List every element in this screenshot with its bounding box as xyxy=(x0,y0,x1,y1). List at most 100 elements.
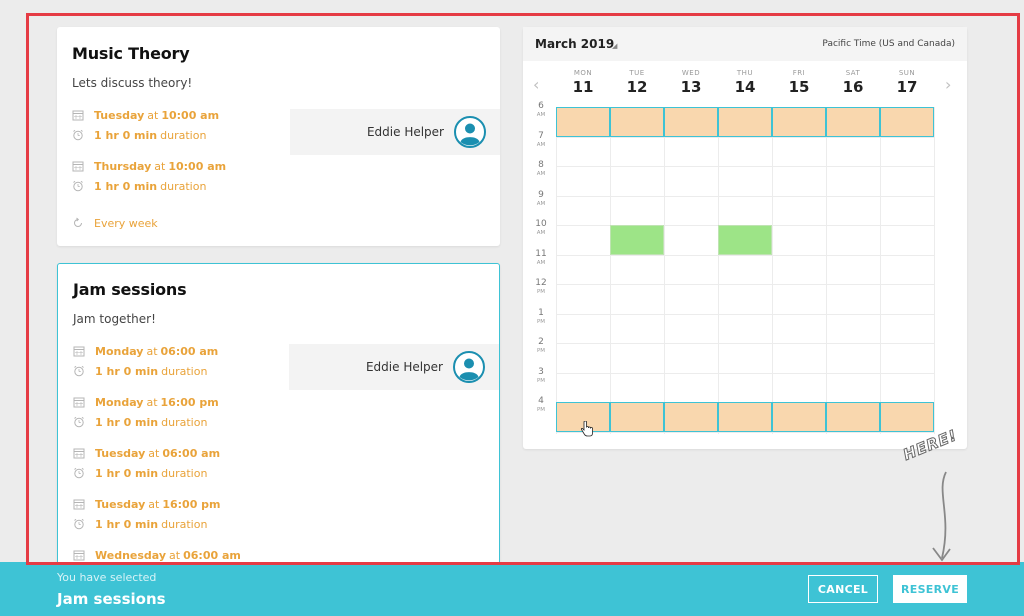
day-of-week: TUE xyxy=(629,69,645,77)
alarm-clock-icon xyxy=(72,129,84,141)
hour-label: 7 AM xyxy=(536,130,546,148)
day-number: 13 xyxy=(680,78,702,96)
time-slot-selected[interactable] xyxy=(556,107,610,137)
grid-line xyxy=(664,107,665,434)
day-of-week: THU xyxy=(736,69,754,77)
day-number: 16 xyxy=(842,78,864,96)
slot-at: at xyxy=(148,497,160,511)
slot-day: Monday xyxy=(95,344,144,358)
event-description: Lets discuss theory! xyxy=(72,76,193,90)
slot-at: at xyxy=(148,446,160,460)
calendar-icon xyxy=(73,396,85,408)
grid-line xyxy=(772,107,773,434)
day-header: THU 14 xyxy=(718,69,772,96)
event-title: Music Theory xyxy=(72,44,190,63)
hour-label: 1 PM xyxy=(536,307,546,325)
event-title: Jam sessions xyxy=(73,280,187,299)
chevron-right-icon[interactable]: › xyxy=(945,75,951,94)
hour-label: 12 PM xyxy=(535,278,547,295)
slot-duration-suffix: duration xyxy=(160,128,207,142)
time-slot-selected[interactable] xyxy=(610,107,664,137)
host-info: Eddie Helper xyxy=(290,109,500,155)
slot-at: at xyxy=(154,159,166,173)
calendar-icon xyxy=(73,345,85,357)
event-slot-duration: 1 hr 0 min duration xyxy=(72,127,209,143)
slot-time: 16:00 pm xyxy=(162,497,221,511)
recurrence-text: Every week xyxy=(94,216,158,230)
hour-label: 6 AM xyxy=(536,101,546,118)
repeat-icon xyxy=(72,217,84,229)
grid-line xyxy=(556,107,557,434)
slot-time: 10:00 am xyxy=(161,108,220,122)
grid-line xyxy=(556,313,935,315)
slot-day: Wednesday xyxy=(95,548,167,562)
grid-line xyxy=(556,284,935,285)
grid-line xyxy=(610,107,611,434)
time-slot-selected[interactable] xyxy=(772,402,826,432)
alarm-clock-icon xyxy=(73,416,85,428)
slot-day: Thursday xyxy=(94,159,152,173)
grid-line xyxy=(556,195,935,197)
month-selector[interactable]: March 2019 xyxy=(535,37,614,51)
day-of-week: SAT xyxy=(845,69,861,77)
time-slot-available[interactable] xyxy=(718,225,772,255)
event-slot-date: Monday at 06:00 am xyxy=(73,343,218,359)
grid-line xyxy=(934,107,935,434)
time-slot-selected[interactable] xyxy=(664,402,718,432)
reserve-button[interactable]: RESERVE xyxy=(893,575,967,603)
hour-label: 2 PM xyxy=(536,337,546,354)
event-recurrence: Every week xyxy=(72,215,158,231)
time-slot-available[interactable] xyxy=(610,225,664,255)
slot-time: 06:00 am xyxy=(160,344,219,358)
event-slot-duration: 1 hr 0 min duration xyxy=(73,516,210,532)
time-slot-selected[interactable] xyxy=(880,402,934,432)
event-slot-date: Thursday at 10:00 am xyxy=(72,158,226,174)
arrow-down-icon xyxy=(932,471,951,562)
day-number: 14 xyxy=(734,78,756,96)
time-slot-selected[interactable] xyxy=(718,402,772,432)
chevron-left-icon[interactable]: ‹ xyxy=(533,75,539,94)
slot-duration: 1 hr 0 min xyxy=(95,415,159,429)
time-slot-selected[interactable] xyxy=(880,107,934,137)
slot-at: at xyxy=(146,395,158,409)
hour-label: 9 AM xyxy=(536,189,546,207)
week-calendar: March 2019 ◢ Pacific Time (US and Canada… xyxy=(523,27,967,449)
slot-time: 06:00 am xyxy=(183,548,241,562)
event-slot-date: Tuesday at 06:00 am xyxy=(73,445,220,461)
event-slot-duration: 1 hr 0 min duration xyxy=(73,414,210,430)
event-slot-duration: 1 hr 0 min duration xyxy=(73,363,210,379)
day-of-week: SUN xyxy=(898,69,916,77)
alarm-clock-icon xyxy=(73,518,85,530)
hour-label: 3 PM xyxy=(536,366,546,384)
user-avatar-icon xyxy=(454,116,486,148)
slot-time: 06:00 am xyxy=(162,446,221,460)
event-card-jam-sessions[interactable]: Jam sessions Jam together! Monday at 06:… xyxy=(57,263,500,573)
host-name: Eddie Helper xyxy=(365,360,443,374)
host-info: Eddie Helper xyxy=(289,344,499,390)
cancel-button[interactable]: CANCEL xyxy=(808,575,878,603)
slot-day: Tuesday xyxy=(95,497,146,511)
alarm-clock-icon xyxy=(73,467,85,479)
day-of-week: WED xyxy=(681,69,701,77)
timezone-label[interactable]: Pacific Time (US and Canada) xyxy=(822,39,955,49)
time-slot-selected[interactable] xyxy=(826,107,880,137)
slot-at: at xyxy=(169,548,181,562)
time-slot-selected[interactable] xyxy=(610,402,664,432)
grid-line xyxy=(826,107,827,434)
caret-down-icon[interactable]: ◢ xyxy=(612,42,617,50)
time-slot-selected[interactable] xyxy=(664,107,718,137)
slot-duration-suffix: duration xyxy=(161,415,208,429)
grid-line xyxy=(556,343,935,344)
event-slot-date: Monday at 16:00 pm xyxy=(73,394,219,410)
time-slot-selected[interactable] xyxy=(772,107,826,137)
event-card-music-theory[interactable]: Music Theory Lets discuss theory! Tuesda… xyxy=(57,27,500,246)
event-slot-date: Tuesday at 10:00 am xyxy=(72,107,219,123)
time-slot-selected[interactable] xyxy=(718,107,772,137)
time-slot-selected[interactable] xyxy=(826,402,880,432)
slot-day: Tuesday xyxy=(95,446,146,460)
slot-day: Monday xyxy=(95,395,144,409)
calendar-icon xyxy=(73,447,85,459)
hour-label: 4 PM xyxy=(536,396,546,413)
hour-label: 10 AM xyxy=(535,219,547,236)
slot-time: 10:00 am xyxy=(168,159,227,173)
